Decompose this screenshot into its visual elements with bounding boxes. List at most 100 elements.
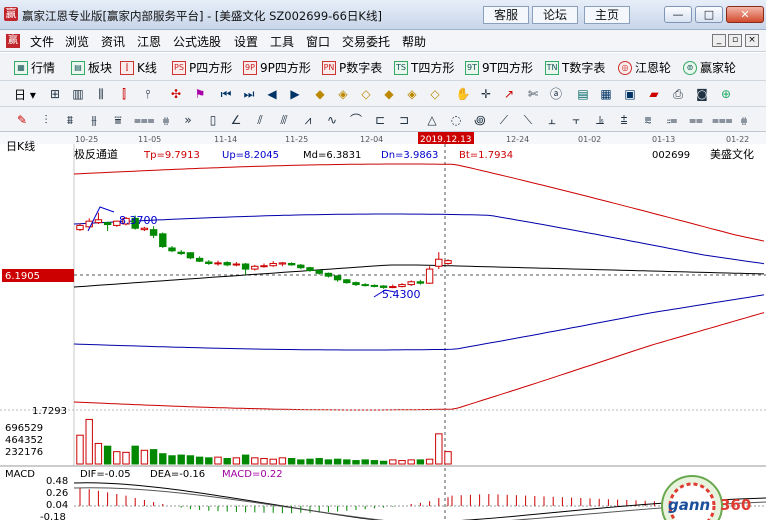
menu-tools[interactable]: 工具 [270, 33, 294, 50]
prev-icon[interactable]: ◀ [264, 86, 280, 102]
home-link[interactable]: 主页 [584, 6, 630, 24]
period-label: 日K线 [6, 139, 35, 153]
cycle-icon[interactable]: ⫽ [252, 112, 268, 128]
kline-style-icon[interactable]: ⫿ [116, 86, 132, 102]
menu-window[interactable]: 窗口 [306, 33, 330, 50]
delete-tool-icon[interactable]: ⩷ [736, 112, 752, 128]
chart-type-icon[interactable]: ⊞ [47, 86, 63, 102]
candle-body [177, 251, 185, 255]
text-tool-icon[interactable]: ⫟ [568, 112, 584, 128]
vline-tool-icon[interactable]: ⫠ [544, 112, 560, 128]
time-tool-icon[interactable]: ⩴ [664, 112, 680, 128]
angle-icon[interactable]: ∠ [228, 112, 244, 128]
candle-icon[interactable]: ⫼ [93, 86, 109, 102]
toolbar-gann-wheel-button[interactable]: ◎ 江恩轮 [618, 59, 671, 76]
triangle-tool-icon[interactable]: △ [424, 112, 440, 128]
chart-bar-icon[interactable]: ▥ [70, 86, 86, 102]
grid-tool-icon[interactable]: ⩩ [62, 112, 78, 128]
chart-area[interactable]: 10-25 11-05 11-14 11-25 12-04 12-24 01-02 01-13… [0, 132, 766, 520]
fib-icon[interactable]: ⩷ [158, 112, 174, 128]
fan-tool-icon[interactable]: ⫶ [38, 112, 54, 128]
gann-fan-icon[interactable]: ⩸ [110, 112, 126, 128]
first-icon[interactable]: ⏮ [218, 86, 234, 102]
menu-gann[interactable]: 江恩 [137, 33, 161, 50]
hand-icon[interactable]: ✋ [455, 86, 471, 102]
move-left-icon[interactable]: ◇ [358, 86, 374, 102]
toolbar-sector-button[interactable]: ▤ 板块 [71, 59, 112, 76]
line-style-icon[interactable]: ⫯ [140, 86, 156, 102]
move-right-icon[interactable]: ◆ [381, 86, 397, 102]
ellipse-tool-icon[interactable]: ◌ [448, 112, 464, 128]
trend-icon[interactable]: ↗ [501, 86, 517, 102]
camera-icon[interactable]: ◙ [694, 86, 710, 102]
move-down-icon[interactable]: ◇ [427, 86, 443, 102]
zoom-out-icon[interactable]: ◈ [335, 86, 351, 102]
line-tool-icon[interactable]: ⊐ [396, 112, 412, 128]
toolbar-9t-square-button[interactable]: 9T 9T四方形 [465, 59, 533, 76]
zigzag-icon[interactable]: ⩘ [300, 112, 316, 128]
toolbar-kline-button[interactable]: ⫿ K线 [120, 59, 157, 76]
channel-icon[interactable]: ▯ [205, 112, 221, 128]
macd-y-026: 0.26 [46, 488, 68, 499]
maximize-button[interactable]: □ [695, 6, 723, 23]
menu-settings[interactable]: 设置 [234, 33, 258, 50]
price-tool-icon[interactable]: ⩵ [688, 112, 704, 128]
toolbar-t-table-button[interactable]: TN T数字表 [545, 59, 605, 76]
gann-grid-icon[interactable]: ⩶ [134, 112, 155, 128]
crosshair-icon[interactable]: ✛ [478, 86, 494, 102]
toolbar-9p-square-button[interactable]: 9P 9P四方形 [243, 59, 311, 76]
hline-tool-icon[interactable]: ⟍ [520, 112, 536, 128]
spiral-tool-icon[interactable]: ꩜ [472, 112, 488, 128]
wave-icon[interactable]: ∿ [324, 112, 340, 128]
abc-icon[interactable]: ⓐ [548, 86, 564, 102]
pen-icon[interactable]: ✎ [14, 112, 30, 128]
square-tool-icon[interactable]: ⊏ [372, 112, 388, 128]
menu-browse[interactable]: 浏览 [65, 33, 89, 50]
gann-box-icon[interactable]: ⫵ [86, 112, 102, 128]
screen-icon[interactable]: ▣ [622, 86, 638, 102]
menu-help[interactable]: 帮助 [402, 33, 426, 50]
kline-chart[interactable]: 10-25 11-05 11-14 11-25 12-04 12-24 01-02 01-13… [0, 132, 766, 520]
date-label: 01-13 [652, 135, 675, 144]
close-button[interactable]: ✕ [726, 6, 764, 23]
zoom-in-icon[interactable]: ◆ [312, 86, 328, 102]
toolbar-quote-button[interactable]: ▦ 行情 [14, 59, 55, 76]
service-link[interactable]: 客服 [483, 6, 529, 24]
add-icon[interactable]: ⊕ [718, 86, 734, 102]
scissors-icon[interactable]: ✄ [525, 86, 541, 102]
table-icon[interactable]: ▦ [598, 86, 614, 102]
toolbar-winner-wheel-button[interactable]: ⊚ 赢家轮 [683, 59, 736, 76]
calc-icon[interactable]: ▤ [575, 86, 591, 102]
save-icon[interactable]: ▰ [646, 86, 662, 102]
window-title: 赢家江恩专业版[赢家内部服务平台] - [美盛文化 SZ002699-66日K线… [22, 9, 382, 23]
next-icon[interactable]: ▶ [287, 86, 303, 102]
last-icon[interactable]: ⏭ [241, 86, 257, 102]
menu-trade[interactable]: 交易委托 [342, 33, 390, 50]
period-select[interactable]: 日 ▾ [14, 86, 36, 103]
eraser-tool-icon[interactable]: ⩶ [712, 112, 733, 128]
arc-icon[interactable]: ⌒ [348, 112, 364, 128]
menu-file[interactable]: 文件 [30, 33, 54, 50]
more-tools-icon[interactable]: » [180, 112, 196, 128]
forum-link[interactable]: 论坛 [532, 6, 578, 24]
mdi-restore-button[interactable]: ▫ [728, 34, 742, 47]
menu-info[interactable]: 资讯 [101, 33, 125, 50]
volume-bar [94, 442, 103, 465]
arrow-tool-icon[interactable]: ⫡ [592, 112, 608, 128]
printer-icon[interactable]: ⎙ [670, 86, 686, 102]
toolbar-t-square-button[interactable]: TS T四方形 [394, 59, 454, 76]
mdi-minimize-button[interactable]: _ [712, 34, 726, 47]
toolbar-p-table-button[interactable]: PN P数字表 [322, 59, 382, 76]
mark-tool-icon[interactable]: ⩲ [616, 112, 632, 128]
minimize-button[interactable]: — [664, 6, 692, 23]
parallel-icon[interactable]: ⫻ [276, 112, 292, 128]
period-tool-icon[interactable]: ⩳ [640, 112, 656, 128]
date-label: 12-24 [506, 135, 529, 144]
ray-tool-icon[interactable]: ⟋ [496, 112, 512, 128]
compass-icon[interactable]: ✣ [168, 86, 184, 102]
move-up-icon[interactable]: ◈ [404, 86, 420, 102]
menu-formula-stock[interactable]: 公式选股 [173, 33, 221, 50]
toolbar-p-square-button[interactable]: PS P四方形 [172, 59, 232, 76]
mdi-close-button[interactable]: × [745, 34, 759, 47]
flag-icon[interactable]: ⚑ [192, 86, 208, 102]
